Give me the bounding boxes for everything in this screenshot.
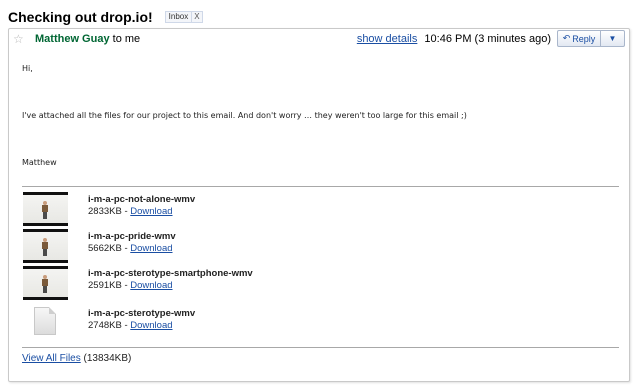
message-card: ☆ Matthew Guay to me show details 10:46 … xyxy=(8,28,630,382)
reply-button-label: Reply xyxy=(572,33,596,44)
attachment-name: i-m-a-pc-not-alone-wmv xyxy=(88,194,196,205)
download-link[interactable]: Download xyxy=(130,206,172,217)
message-text: I've attached all the files for our proj… xyxy=(22,111,467,120)
attachment-size-line: 2833KB - Download xyxy=(88,206,173,217)
reply-arrow-icon: ↶ xyxy=(562,33,571,43)
attachment-size: 5662KB xyxy=(88,243,122,254)
view-all-files-line: View All Files (13834KB) xyxy=(22,353,131,364)
show-details-link[interactable]: show details xyxy=(357,33,418,45)
attachment-item: i-m-a-pc-sterotype-wmv 2748KB - Download xyxy=(23,306,423,340)
attachment-size-line: 5662KB - Download xyxy=(88,243,173,254)
video-thumbnail-icon[interactable] xyxy=(23,192,68,226)
chevron-down-icon: ▼ xyxy=(608,34,617,43)
inbox-label-text: Inbox xyxy=(168,12,189,21)
sender-name[interactable]: Matthew Guay xyxy=(35,33,110,45)
greeting-text: Hi, xyxy=(22,64,33,73)
download-link[interactable]: Download xyxy=(130,320,172,331)
attachment-size-line: 2591KB - Download xyxy=(88,280,173,291)
attachment-size-line: 2748KB - Download xyxy=(88,320,173,331)
message-header: ☆ Matthew Guay to me show details 10:46 … xyxy=(9,29,629,50)
generic-file-icon[interactable] xyxy=(34,307,56,335)
download-link[interactable]: Download xyxy=(130,280,172,291)
message-meta: show details 10:46 PM (3 minutes ago) xyxy=(357,33,551,45)
inbox-label: Inbox X xyxy=(164,11,203,23)
attachments-top-divider xyxy=(22,186,619,187)
video-thumbnail-icon[interactable] xyxy=(23,266,68,300)
recipient-text: to me xyxy=(112,33,141,45)
subject-bar: Checking out drop.io! Inbox X xyxy=(8,7,203,27)
reply-button-group: ↶ Reply ▼ xyxy=(557,30,625,47)
message-time: 10:46 PM (3 minutes ago) xyxy=(424,33,551,45)
remove-label-button[interactable]: X xyxy=(191,11,201,23)
more-actions-button[interactable]: ▼ xyxy=(601,30,625,47)
star-icon[interactable]: ☆ xyxy=(13,32,24,46)
video-thumbnail-icon[interactable] xyxy=(23,229,68,263)
view-all-files-link[interactable]: View All Files xyxy=(22,353,81,364)
attachment-name: i-m-a-pc-pride-wmv xyxy=(88,231,176,242)
total-size: (13834KB) xyxy=(80,353,132,364)
attachment-size: 2748KB xyxy=(88,320,122,331)
attachment-item: i-m-a-pc-not-alone-wmv 2833KB - Download xyxy=(23,192,423,226)
attachment-name: i-m-a-pc-sterotype-wmv xyxy=(88,308,196,319)
email-subject: Checking out drop.io! xyxy=(8,9,153,25)
sender-line: Matthew Guay to me xyxy=(35,33,140,45)
attachment-size: 2833KB xyxy=(88,206,122,217)
signature-text: Matthew xyxy=(22,158,57,167)
attachment-size: 2591KB xyxy=(88,280,122,291)
download-link[interactable]: Download xyxy=(130,243,172,254)
attachments-bottom-divider xyxy=(22,347,619,348)
attachment-name: i-m-a-pc-sterotype-smartphone-wmv xyxy=(88,268,253,279)
attachment-item: i-m-a-pc-pride-wmv 5662KB - Download xyxy=(23,229,423,263)
attachment-item: i-m-a-pc-sterotype-smartphone-wmv 2591KB… xyxy=(23,266,423,300)
reply-button[interactable]: ↶ Reply xyxy=(557,30,601,47)
